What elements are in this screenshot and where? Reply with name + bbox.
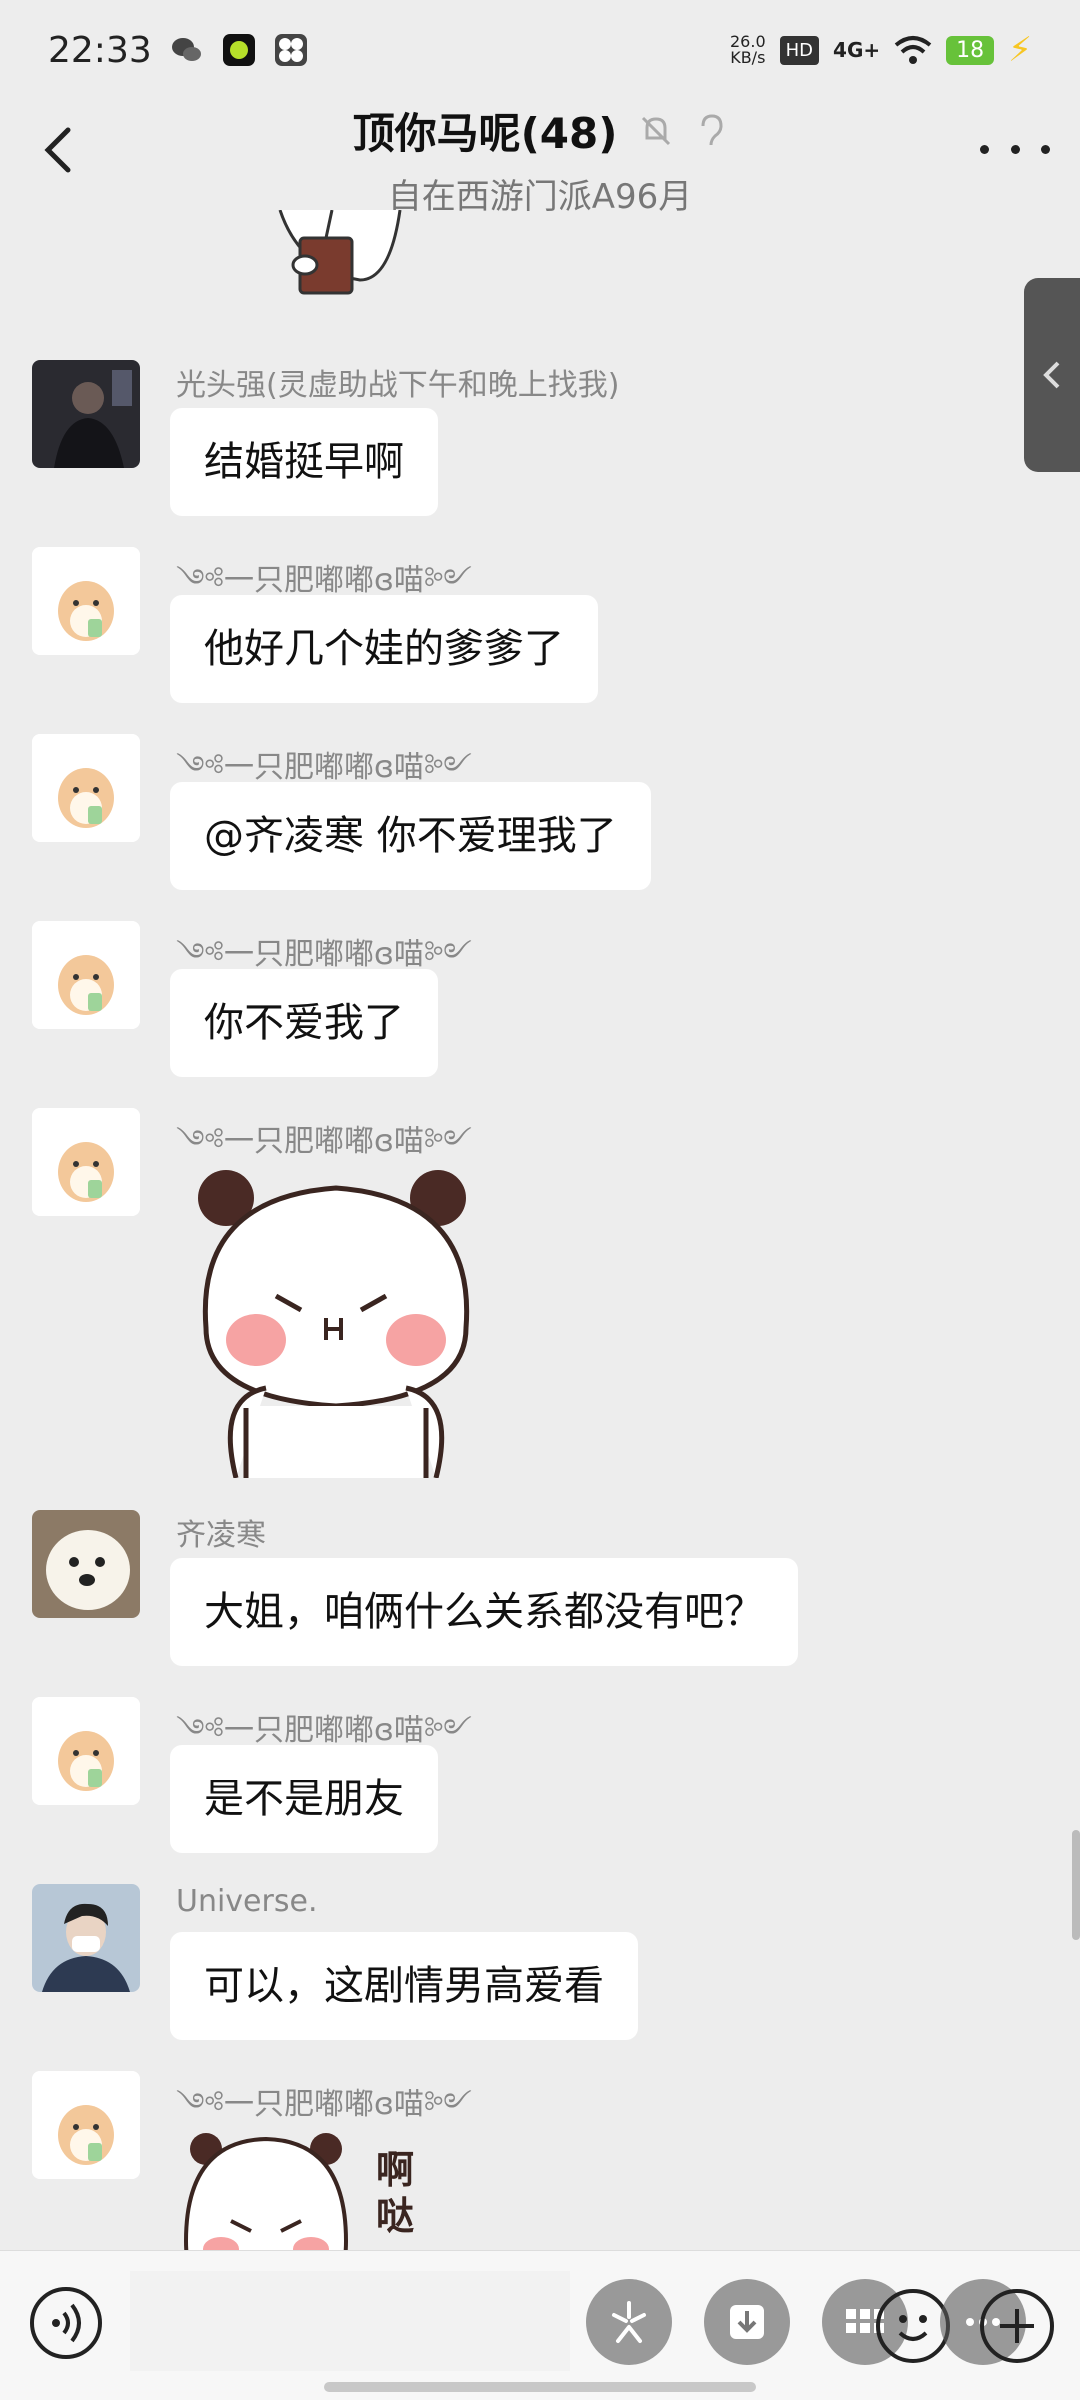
ear-icon — [701, 113, 723, 145]
status-bar: 22:33 26.0 KB/s HD 4G+ 18 ⚡ — [0, 0, 1080, 100]
hd-badge: HD — [779, 35, 820, 65]
avatar[interactable] — [32, 921, 140, 1029]
status-left: 22:33 — [48, 30, 308, 71]
net-speed-unit: KB/s — [730, 48, 766, 67]
battery-level: 18 — [946, 35, 995, 65]
panda-pouting-sticker[interactable] — [176, 1158, 496, 1478]
sender-name: Universe. — [176, 1884, 318, 1919]
chevron-left-icon — [1043, 361, 1060, 389]
message-bubble[interactable]: 大姐，咱俩什么关系都没有吧？ — [170, 1558, 798, 1666]
fan-icon — [274, 34, 307, 66]
voice-icon[interactable] — [30, 2287, 102, 2359]
message-bubble[interactable]: @齐凌寒 你不爱理我了 — [170, 782, 651, 890]
avatar[interactable] — [32, 1510, 140, 1618]
chat-area[interactable]: 光头强(灵虚助战下午和晚上找我) 结婚挺早啊 ༺一只肥嘟嘟ɞ喵༻ 他好几个娃的爹… — [0, 210, 1080, 2250]
chat-title[interactable]: 顶你马呢(48) — [353, 100, 728, 161]
scrollbar-thumb[interactable] — [1072, 1830, 1080, 1940]
avatar[interactable] — [32, 547, 140, 655]
sender-name: 光头强(灵虚助战下午和晚上找我) — [176, 368, 620, 403]
network-type: 4G+ — [833, 38, 881, 62]
message-input[interactable] — [130, 2271, 570, 2371]
panda-sticker[interactable]: 啊哒 — [176, 2121, 456, 2250]
sender-name: 齐凌寒 — [176, 1518, 266, 1553]
avatar[interactable] — [32, 1108, 140, 1216]
spark-action-icon[interactable] — [586, 2279, 672, 2365]
avatar[interactable] — [32, 1884, 140, 1992]
emoji-icon[interactable] — [876, 2289, 950, 2363]
message-bubble[interactable]: 可以，这剧情男高爱看 — [170, 1932, 638, 2040]
message-bubble[interactable]: 你不爱我了 — [170, 969, 438, 1077]
input-bar — [0, 2250, 1080, 2400]
chat-title-text: 顶你马呢(48) — [352, 109, 618, 158]
home-indicator — [324, 2382, 756, 2392]
cat-sticker-partial — [278, 210, 402, 295]
title-wrap: 顶你马呢(48) 自在西游门派A96月 — [0, 100, 1080, 218]
chat-header: 顶你马呢(48) 自在西游门派A96月 — [0, 100, 1080, 220]
wifi-icon — [894, 36, 932, 64]
message-bubble[interactable]: 他好几个娃的爹爹了 — [170, 595, 598, 703]
status-time: 22:33 — [48, 29, 152, 71]
more-dots-icon[interactable] — [980, 124, 1050, 174]
wechat-icon — [171, 38, 201, 61]
status-right: 26.0 KB/s HD 4G+ 18 ⚡ — [730, 30, 1032, 70]
plus-icon[interactable] — [980, 2289, 1054, 2363]
side-panel-tab[interactable] — [1024, 278, 1080, 472]
message-bubble[interactable]: 结婚挺早啊 — [170, 408, 438, 516]
sticker-text: 啊哒 — [376, 2148, 415, 2238]
avatar[interactable] — [32, 1697, 140, 1805]
app-green-icon — [222, 34, 255, 66]
avatar[interactable] — [32, 734, 140, 842]
avatar[interactable] — [32, 360, 140, 468]
download-icon[interactable] — [704, 2279, 790, 2365]
message-bubble[interactable]: 是不是朋友 — [170, 1745, 438, 1853]
net-speed: 26.0 KB/s — [730, 34, 766, 66]
bell-off-icon — [642, 116, 671, 145]
avatar[interactable] — [32, 2071, 140, 2179]
charging-icon: ⚡ — [1008, 30, 1032, 70]
